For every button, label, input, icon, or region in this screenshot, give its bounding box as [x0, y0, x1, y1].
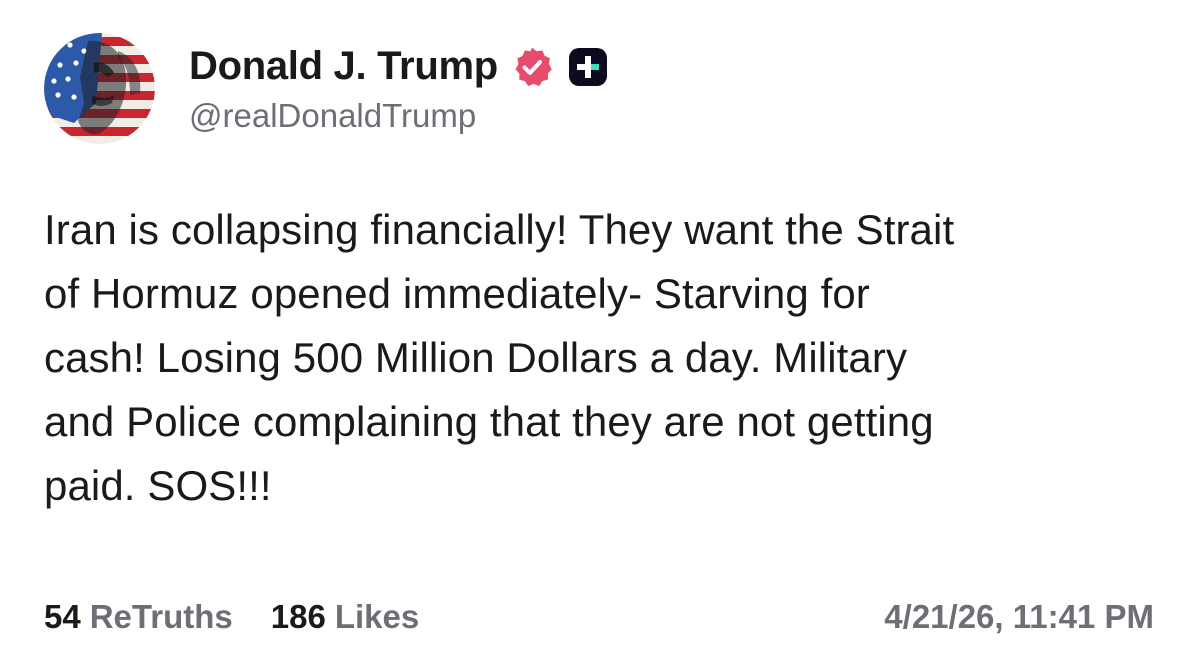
- author-display-name[interactable]: Donald J. Trump: [189, 44, 498, 89]
- post-text-line: paid. SOS!!!: [44, 462, 272, 509]
- author-handle[interactable]: @realDonaldTrump: [189, 97, 607, 135]
- avatar[interactable]: [44, 33, 155, 144]
- post-text-line: and Police complaining that they are not…: [44, 398, 934, 445]
- post-text-line: cash! Losing 500 Million Dollars a day. …: [44, 334, 908, 381]
- truth-post: Donald J. Trump @realDonaldTrump Iran is…: [0, 0, 1200, 663]
- post-footer: 54 ReTruths 186 Likes 4/21/26, 11:41 PM: [44, 595, 1154, 639]
- post-text-line: Iran is collapsing financially! They wan…: [44, 206, 955, 253]
- name-row: Donald J. Trump: [189, 41, 607, 93]
- retruths-count: 54: [44, 598, 81, 635]
- flag-face-avatar-icon: [44, 33, 155, 144]
- verified-badge-icon: [511, 46, 553, 88]
- likes-count: 186: [270, 598, 326, 635]
- retruths-stat[interactable]: 54 ReTruths: [44, 598, 233, 636]
- post-header: Donald J. Trump @realDonaldTrump: [44, 33, 607, 144]
- likes-stat[interactable]: 186 Likes: [271, 598, 419, 636]
- retruths-label: ReTruths: [89, 598, 233, 635]
- post-text-line: of Hormuz opened immediately- Starving f…: [44, 270, 870, 317]
- post-timestamp[interactable]: 4/21/26, 11:41 PM: [884, 598, 1154, 636]
- author-identity: Donald J. Trump @realDonaldTrump: [189, 41, 607, 135]
- truth-plus-icon: [568, 47, 607, 86]
- likes-label: Likes: [334, 598, 420, 635]
- post-body: Iran is collapsing financially! They wan…: [44, 198, 1164, 518]
